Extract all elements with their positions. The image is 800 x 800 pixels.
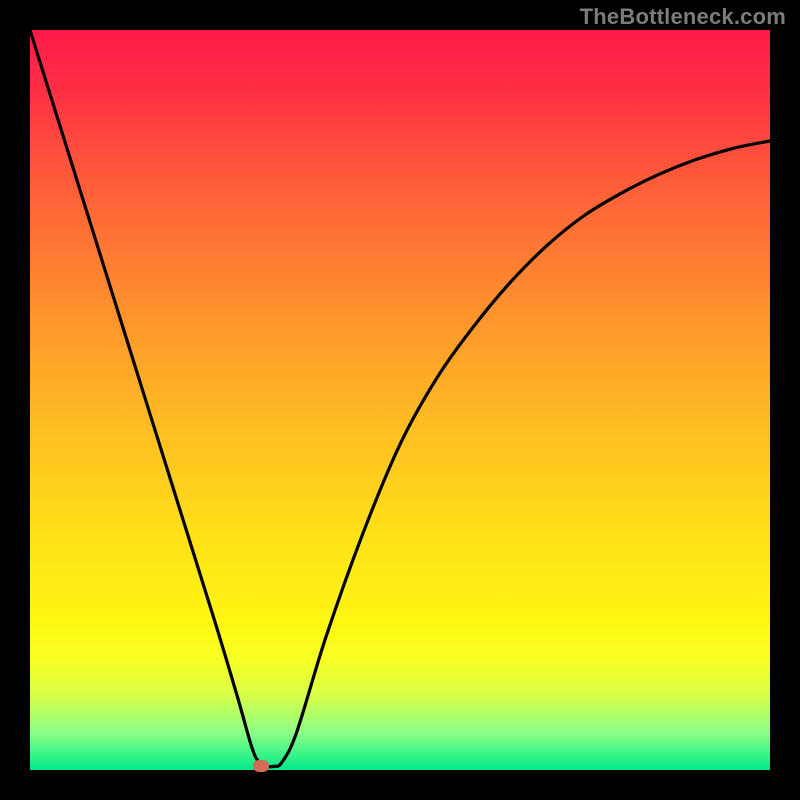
chart-frame: TheBottleneck.com	[0, 0, 800, 800]
watermark-text: TheBottleneck.com	[580, 4, 786, 30]
bottleneck-curve	[30, 30, 770, 770]
optimal-point-marker	[253, 760, 269, 772]
plot-area	[30, 30, 770, 770]
